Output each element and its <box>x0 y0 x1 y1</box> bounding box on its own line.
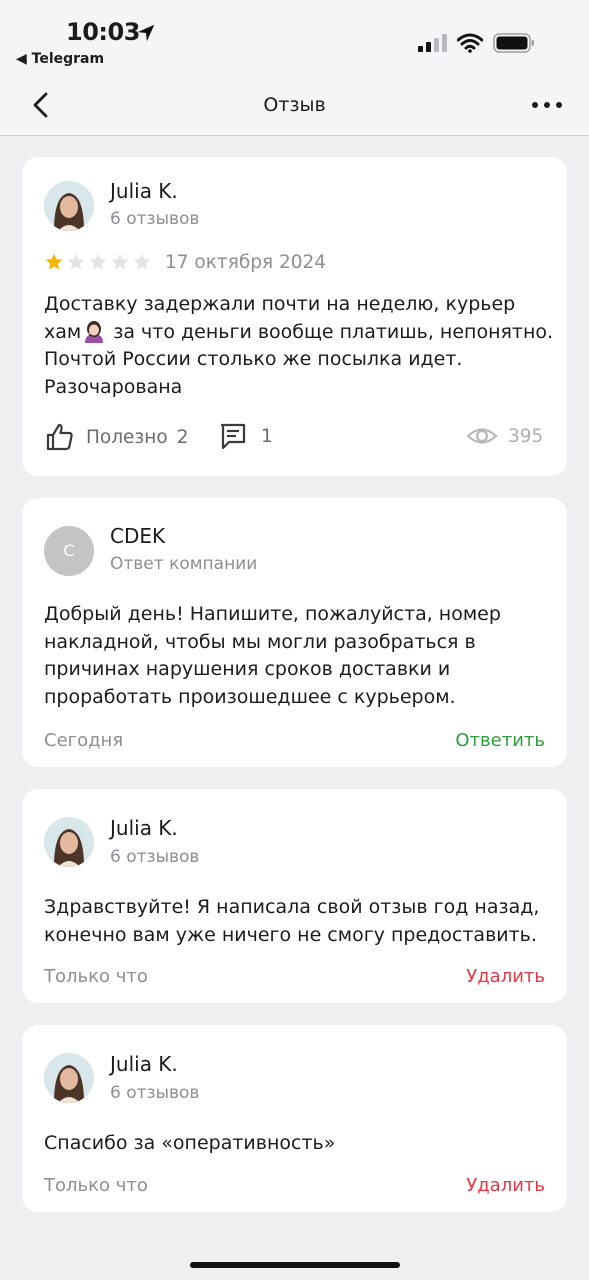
status-bar: 10:03 ◀ Telegram <box>0 0 589 80</box>
more-horizontal-icon[interactable] <box>530 92 564 118</box>
helpful-count: 2 <box>176 426 189 448</box>
views-counter: 395 <box>466 423 543 449</box>
wifi-icon <box>457 33 483 53</box>
company-avatar[interactable]: C <box>44 526 94 576</box>
star-empty-icon <box>67 253 85 270</box>
eye-icon <box>466 428 498 444</box>
review-text-part2: за что деньги вообще платишь, непонятно.… <box>44 320 554 398</box>
comment-icon <box>220 423 246 450</box>
author-name[interactable]: Julia K. <box>110 816 178 840</box>
reply-button[interactable]: Ответить <box>455 730 545 751</box>
user-reply-card: Julia K. 6 отзывов Здравствуйте! Я напис… <box>22 789 567 1003</box>
helpful-button[interactable]: Полезно 2 <box>44 421 188 453</box>
location-arrow-icon <box>137 24 155 42</box>
avatar-image <box>44 181 94 231</box>
avatar-image <box>44 1053 94 1103</box>
reply-time: Только что <box>44 966 148 987</box>
review-text: Доставку задержали почти на неделю, курь… <box>44 291 554 401</box>
woman-facepalming-emoji <box>85 320 104 343</box>
thumbs-up-icon <box>46 423 73 451</box>
rating-stars <box>44 252 152 274</box>
views-count: 395 <box>508 425 544 447</box>
comments-button[interactable]: 1 <box>219 421 273 451</box>
user-reply-card: Julia K. 6 отзывов Спасибо за «оперативн… <box>22 1025 567 1212</box>
reply-time: Только что <box>44 1175 148 1196</box>
author-name[interactable]: Julia K. <box>110 179 178 203</box>
home-indicator[interactable] <box>190 1262 400 1268</box>
signal-icon <box>418 34 447 52</box>
helpful-label: Полезно <box>86 426 168 448</box>
avatar[interactable] <box>44 181 94 231</box>
navigation-bar: Отзыв <box>0 80 589 136</box>
star-filled-icon <box>45 253 63 270</box>
author-name[interactable]: Julia K. <box>110 1052 178 1076</box>
reply-time: Сегодня <box>44 730 124 751</box>
reply-text: Спасибо за «оперативность» <box>44 1132 336 1154</box>
delete-button[interactable]: Удалить <box>466 1175 545 1196</box>
avatar[interactable] <box>44 1053 94 1103</box>
comments-count: 1 <box>261 425 273 447</box>
star-empty-icon <box>133 253 151 270</box>
avatar-image <box>44 817 94 867</box>
delete-button[interactable]: Удалить <box>466 966 545 987</box>
reply-text: Здравствуйте! Я написала свой отзыв год … <box>44 896 540 946</box>
review-date: 17 октября 2024 <box>165 252 327 273</box>
company-reply-card: C CDEK Ответ компании Добрый день! Напиш… <box>22 498 567 767</box>
author-reviews-count: 6 отзывов <box>110 847 200 867</box>
battery-icon <box>493 33 534 53</box>
review-card: Julia K. 6 отзывов 17 октября 2024 Доста… <box>22 157 567 476</box>
status-time: 10:03 <box>66 18 140 46</box>
author-reviews-count: 6 отзывов <box>110 1083 200 1103</box>
avatar[interactable] <box>44 817 94 867</box>
company-name[interactable]: CDEK <box>110 524 165 548</box>
star-empty-icon <box>111 253 129 270</box>
star-empty-icon <box>89 253 107 270</box>
company-reply-label: Ответ компании <box>110 554 258 574</box>
page-title: Отзыв <box>263 94 326 116</box>
company-reply-text: Добрый день! Напишите, пожалуйста, номер… <box>44 603 501 708</box>
author-reviews-count: 6 отзывов <box>110 209 200 229</box>
back-to-telegram-link[interactable]: ◀ Telegram <box>16 51 104 67</box>
